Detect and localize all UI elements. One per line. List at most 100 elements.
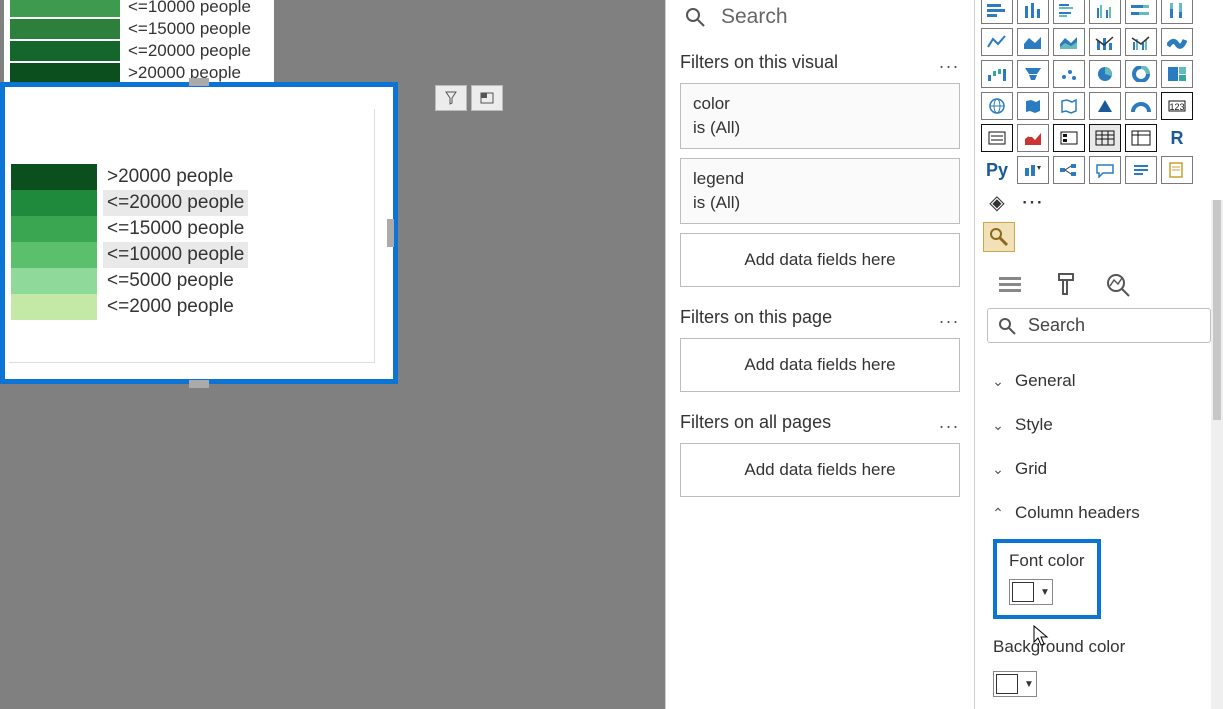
viz-type-gauge-icon[interactable] — [1125, 92, 1157, 120]
viz-type-key-influencers-icon[interactable] — [1017, 156, 1049, 184]
viz-type-line-icon[interactable] — [981, 28, 1013, 56]
viz-type-r-script-icon[interactable]: R — [1161, 124, 1193, 152]
search-icon — [998, 317, 1016, 335]
table-row: <=2000 people — [11, 294, 374, 320]
background-color-picker[interactable]: ▼ — [993, 671, 1037, 697]
viz-type-smart-narrative-icon[interactable] — [1125, 156, 1157, 184]
viz-type-clustered-column-icon[interactable] — [1089, 0, 1121, 24]
viz-type-card-icon[interactable]: 123 — [1161, 92, 1193, 120]
add-data-fields-dropzone[interactable]: Add data fields here — [680, 443, 960, 497]
viz-gallery-more-icon[interactable]: ⋯ — [1017, 188, 1049, 216]
viz-type-treemap-icon[interactable] — [1161, 60, 1193, 88]
viz-type-qna-icon[interactable] — [1089, 156, 1121, 184]
legend-swatch — [10, 0, 120, 17]
viz-type-python-icon[interactable]: Py — [981, 156, 1013, 184]
viz-type-clustered-bar-icon[interactable] — [1053, 0, 1085, 24]
visual-header-filter-icon[interactable] — [435, 85, 467, 111]
viz-type-ribbon-icon[interactable] — [1161, 28, 1193, 56]
add-data-fields-dropzone[interactable]: Add data fields here — [680, 233, 960, 287]
accordion-column-headers[interactable]: ⌃ Column headers — [987, 491, 1211, 535]
add-data-fields-dropzone[interactable]: Add data fields here — [680, 338, 960, 392]
format-tab-icon[interactable] — [1049, 270, 1079, 300]
section-more-icon[interactable]: ... — [939, 52, 960, 73]
scrollbar-thumb[interactable] — [1213, 200, 1221, 420]
color-swatch — [11, 190, 97, 216]
search-placeholder: Search — [721, 5, 788, 29]
accordion-grid[interactable]: ⌄ Grid — [987, 447, 1211, 491]
legend-label: >20000 people — [128, 62, 241, 84]
color-swatch — [1012, 582, 1034, 602]
svg-text:▲: ▲ — [1027, 132, 1034, 139]
table-row: <=15000 people — [11, 216, 374, 242]
legend-label: <=20000 people — [128, 40, 251, 62]
viz-type-table-icon[interactable] — [1089, 124, 1121, 152]
resize-handle-right[interactable] — [387, 219, 394, 247]
legend-swatch — [10, 19, 120, 39]
viz-type-multirow-card-icon[interactable] — [981, 124, 1013, 152]
format-search[interactable]: Search — [987, 308, 1211, 343]
viz-type-slicer-icon[interactable] — [1053, 124, 1085, 152]
filters-search[interactable]: Search — [680, 0, 960, 34]
section-more-icon[interactable]: ... — [939, 412, 960, 433]
visual-header-focus-icon[interactable] — [471, 85, 503, 111]
viz-type-scatter-icon[interactable] — [1053, 60, 1085, 88]
resize-handle-top[interactable] — [189, 78, 209, 86]
color-swatch — [11, 216, 97, 242]
filter-card[interactable]: legend is (All) — [680, 158, 960, 224]
mouse-cursor-icon — [1032, 624, 1052, 648]
font-color-property: Font color ▼ — [993, 539, 1101, 619]
legend-label: <=10000 people — [128, 0, 251, 18]
accordion-label: Grid — [1015, 459, 1047, 479]
filter-card[interactable]: color is (All) — [680, 83, 960, 149]
viz-type-funnel-icon[interactable] — [1017, 60, 1049, 88]
viz-type-100stacked-column-icon[interactable] — [1161, 0, 1193, 24]
fields-tab-icon[interactable] — [995, 270, 1025, 300]
filters-section-visual-title: Filters on this visual — [680, 52, 838, 73]
viz-type-100stacked-bar-icon[interactable] — [1125, 0, 1157, 24]
resize-handle-bottom[interactable] — [189, 380, 209, 388]
accordion-label: Style — [1015, 415, 1053, 435]
viz-type-map-icon[interactable] — [981, 92, 1013, 120]
viz-type-paginated-report-icon[interactable] — [1161, 156, 1193, 184]
viz-type-area-icon[interactable] — [1017, 28, 1049, 56]
accordion-style[interactable]: ⌄ Style — [987, 403, 1211, 447]
table-row: <=20000 people — [11, 190, 374, 216]
font-color-picker[interactable]: ▼ — [1009, 579, 1053, 605]
viz-type-stacked-column-icon[interactable] — [1017, 0, 1049, 24]
legend-row: <=15000 people — [10, 18, 268, 40]
viz-type-donut-icon[interactable] — [1125, 60, 1157, 88]
viz-type-pie-icon[interactable] — [1089, 60, 1121, 88]
legend-swatch — [10, 41, 120, 61]
viz-type-kpi-icon[interactable]: ▲ — [1017, 124, 1049, 152]
cell-value: <=5000 people — [103, 268, 238, 294]
table-row: <=10000 people — [11, 242, 374, 268]
report-canvas[interactable]: <=10000 people <=15000 people <=20000 pe… — [0, 0, 665, 709]
viz-type-filled-map-icon[interactable] — [1017, 92, 1049, 120]
accordion-label: Column headers — [1015, 503, 1140, 523]
legend-row: >20000 people — [10, 62, 268, 84]
accordion-general[interactable]: ⌄ General — [987, 359, 1211, 403]
search-icon — [685, 7, 705, 27]
viz-type-waterfall-icon[interactable] — [981, 60, 1013, 88]
filters-pane: Search Filters on this visual ... color … — [665, 0, 974, 709]
viz-type-stacked-bar-icon[interactable] — [981, 0, 1013, 24]
viz-type-line-clustered-column-icon[interactable] — [1125, 28, 1157, 56]
filter-summary: is (All) — [693, 116, 947, 140]
viz-type-matrix-icon[interactable] — [1125, 124, 1157, 152]
custom-visual-icon[interactable] — [983, 222, 1015, 252]
legend-label: <=15000 people — [128, 18, 251, 40]
viz-type-get-more-visuals-icon[interactable]: ◈ — [981, 188, 1013, 216]
color-swatch — [11, 164, 97, 190]
chevron-down-icon: ⌄ — [991, 461, 1005, 478]
viz-type-decomposition-tree-icon[interactable] — [1053, 156, 1085, 184]
viz-type-stacked-area-icon[interactable] — [1053, 28, 1085, 56]
section-more-icon[interactable]: ... — [939, 307, 960, 328]
viz-type-azure-map-icon[interactable] — [1089, 92, 1121, 120]
viz-type-line-stacked-column-icon[interactable] — [1089, 28, 1121, 56]
selected-visual[interactable]: >20000 people <=20000 people <=15000 peo… — [0, 82, 398, 384]
analytics-tab-icon[interactable] — [1103, 270, 1133, 300]
pane-scrollbar[interactable] — [1211, 200, 1223, 709]
viz-type-shape-map-icon[interactable] — [1053, 92, 1085, 120]
legend-swatch — [10, 63, 120, 83]
filter-field-name: legend — [693, 167, 947, 191]
